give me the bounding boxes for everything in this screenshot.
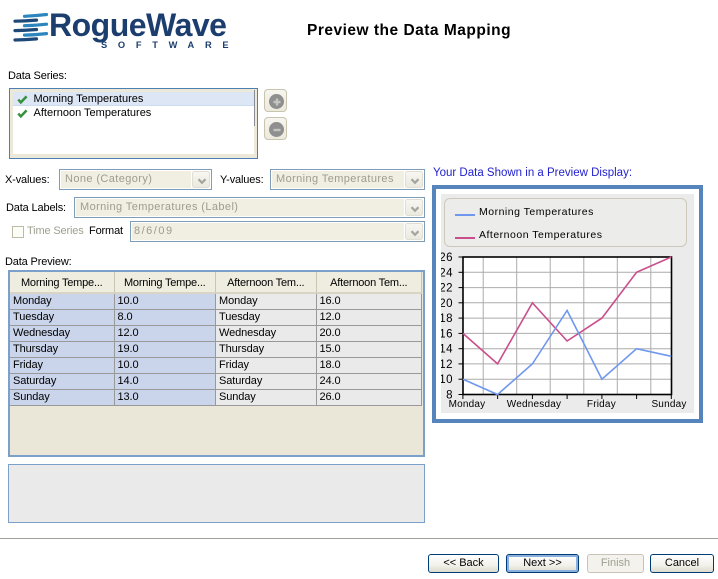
svg-text:Wednesday: Wednesday [507, 399, 561, 410]
svg-text:16: 16 [441, 328, 453, 340]
svg-text:20: 20 [441, 298, 453, 310]
svg-text:26: 26 [441, 252, 453, 264]
svg-text:22: 22 [441, 283, 453, 295]
svg-text:Friday: Friday [587, 399, 616, 410]
svg-text:24: 24 [441, 267, 453, 279]
svg-text:Sunday: Sunday [651, 399, 686, 410]
svg-text:14: 14 [441, 344, 453, 356]
svg-text:Monday: Monday [449, 399, 486, 410]
svg-text:18: 18 [441, 313, 453, 325]
svg-text:12: 12 [441, 359, 453, 371]
svg-text:10: 10 [441, 374, 453, 386]
